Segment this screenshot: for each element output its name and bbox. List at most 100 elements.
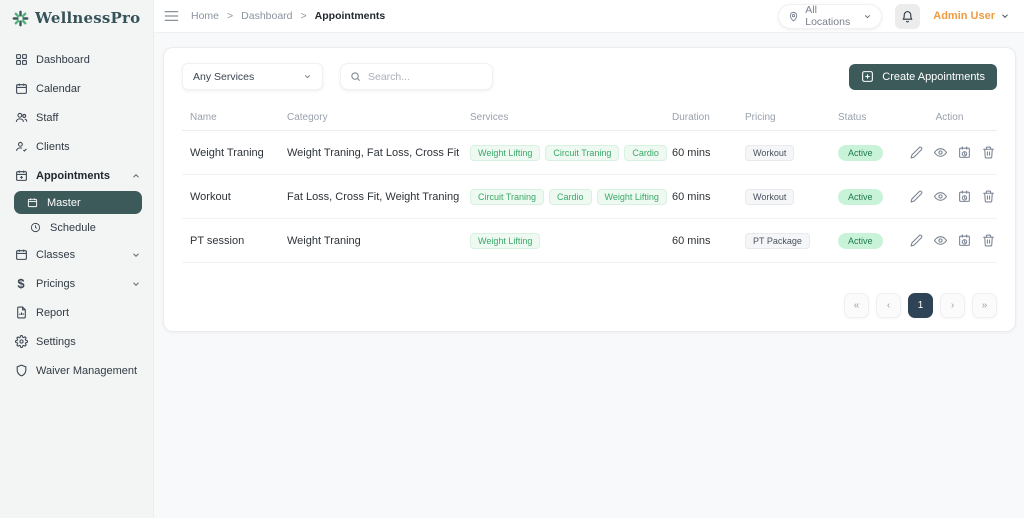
pagination-page-1-button[interactable]: 1 <box>908 293 933 318</box>
sidebar-item-label: Waiver Management <box>36 364 138 377</box>
sidebar-item-calendar[interactable]: Calendar <box>0 74 153 103</box>
location-selector[interactable]: All Locations <box>778 3 883 29</box>
sidebar-item-dashboard[interactable]: Dashboard <box>0 45 153 74</box>
appointments-calendar-icon <box>14 169 28 183</box>
column-header-category: Category <box>287 112 328 123</box>
sidebar-item-label: Clients <box>36 140 70 153</box>
sidebar-item-staff[interactable]: Staff <box>0 103 153 132</box>
calendar-clock-icon[interactable] <box>958 146 971 159</box>
cell-status: Active <box>838 188 910 205</box>
table-row: Weight Traning Weight Traning, Fat Loss,… <box>182 131 997 175</box>
sidebar-item-label: Classes <box>36 248 76 261</box>
sidebar-item-schedule[interactable]: Schedule <box>0 215 153 240</box>
sidebar-item-report[interactable]: Report <box>0 298 153 327</box>
sidebar-item-label: Schedule <box>50 221 96 234</box>
cell-actions <box>910 146 995 159</box>
chevron-up-icon <box>131 171 141 181</box>
service-badge: Weight Lifting <box>596 188 667 205</box>
sidebar-item-label: Staff <box>36 111 59 124</box>
search-icon <box>350 71 361 82</box>
staff-people-icon <box>14 111 28 125</box>
classes-calendar-icon <box>14 248 28 262</box>
cell-duration: 60 mins <box>672 146 711 159</box>
pricing-badge: Workout <box>745 144 795 161</box>
column-header-duration: Duration <box>672 112 710 123</box>
sidebar-item-label: Settings <box>36 335 76 348</box>
appointments-card: Any Services Search... Create Appointmen… <box>163 47 1016 332</box>
breadcrumb-separator: > <box>227 10 234 22</box>
sidebar-item-clients[interactable]: Clients <box>0 132 153 161</box>
breadcrumb-current: Appointments <box>314 10 386 22</box>
cell-category: Weight Traning, Fat Loss, Cross Fit <box>287 146 460 159</box>
create-appointments-label: Create Appointments <box>882 70 985 83</box>
breadcrumb-separator: > <box>300 10 307 22</box>
edit-pencil-icon[interactable] <box>910 234 923 247</box>
sidebar-item-appointments[interactable]: Appointments <box>0 161 153 190</box>
shield-icon <box>14 364 28 378</box>
user-name: Admin User <box>933 10 995 22</box>
delete-trash-icon[interactable] <box>982 146 995 159</box>
sidebar-item-pricings[interactable]: $ Pricings <box>0 269 153 298</box>
cell-name: Weight Traning <box>190 146 264 159</box>
pagination-first-button[interactable]: « <box>844 293 869 318</box>
delete-trash-icon[interactable] <box>982 190 995 203</box>
brand-name: WellnessPro <box>35 9 141 27</box>
sidebar: WellnessPro Dashboard Calendar Staff Cli… <box>0 0 154 518</box>
dashboard-grid-icon <box>14 53 28 67</box>
sidebar-item-master[interactable]: Master <box>14 191 142 214</box>
service-badge: Weight Lifting <box>470 144 541 161</box>
hamburger-menu-icon[interactable] <box>164 10 179 22</box>
top-bar-right: All Locations Admin User <box>778 3 1010 29</box>
search-input[interactable] <box>368 70 483 83</box>
service-filter-select[interactable]: Any Services <box>182 63 323 90</box>
notification-bell-button[interactable] <box>895 3 921 29</box>
cell-services: Weight Lifting <box>470 232 672 249</box>
pagination-prev-button[interactable]: ‹ <box>876 293 901 318</box>
cell-services: Circuit Traning Cardio Weight Lifting <box>470 188 672 205</box>
cell-status: Active <box>838 232 910 249</box>
column-header-name: Name <box>190 112 217 123</box>
breadcrumb-home[interactable]: Home <box>191 10 219 22</box>
sidebar-item-settings[interactable]: Settings <box>0 327 153 356</box>
master-calendar-icon <box>25 196 39 210</box>
bloom-logo-icon <box>12 10 29 27</box>
status-badge: Active <box>838 188 883 205</box>
edit-pencil-icon[interactable] <box>910 146 923 159</box>
sidebar-item-label: Report <box>36 306 70 319</box>
table-row: Workout Fat Loss, Cross Fit, Weight Tran… <box>182 175 997 219</box>
pagination-next-button[interactable]: › <box>940 293 965 318</box>
service-badge: Circuit Traning <box>545 144 620 161</box>
calendar-clock-icon[interactable] <box>958 190 971 203</box>
pagination-last-button[interactable]: » <box>972 293 997 318</box>
view-eye-icon[interactable] <box>934 190 947 203</box>
sidebar-item-label: Dashboard <box>36 53 90 66</box>
cell-status: Active <box>838 144 910 161</box>
edit-pencil-icon[interactable] <box>910 190 923 203</box>
table-row: PT session Weight Traning Weight Lifting… <box>182 219 997 263</box>
plus-square-icon <box>861 70 874 83</box>
sidebar-nav: Dashboard Calendar Staff Clients Appoint… <box>0 39 153 385</box>
chevron-down-icon <box>131 250 141 260</box>
status-badge: Active <box>838 232 883 249</box>
location-selector-value: All Locations <box>805 4 851 28</box>
sidebar-item-classes[interactable]: Classes <box>0 240 153 269</box>
chevron-down-icon <box>863 12 872 21</box>
pricing-badge: PT Package <box>745 232 810 249</box>
breadcrumb: Home > Dashboard > Appointments <box>191 10 385 22</box>
service-badge: Cardio <box>624 144 667 161</box>
sidebar-item-waiver-management[interactable]: Waiver Management <box>0 356 153 385</box>
sidebar-item-label: Master <box>47 196 81 209</box>
cell-name: Workout <box>190 190 231 203</box>
calendar-clock-icon[interactable] <box>958 234 971 247</box>
delete-trash-icon[interactable] <box>982 234 995 247</box>
chevron-down-icon <box>303 72 312 81</box>
view-eye-icon[interactable] <box>934 234 947 247</box>
breadcrumb-dashboard[interactable]: Dashboard <box>241 10 292 22</box>
sidebar-item-label: Pricings <box>36 277 76 290</box>
cell-pricing: Workout <box>745 144 838 161</box>
clock-icon <box>28 221 42 235</box>
view-eye-icon[interactable] <box>934 146 947 159</box>
create-appointments-button[interactable]: Create Appointments <box>849 63 997 90</box>
cell-pricing: Workout <box>745 188 838 205</box>
user-menu[interactable]: Admin User <box>933 10 1010 22</box>
